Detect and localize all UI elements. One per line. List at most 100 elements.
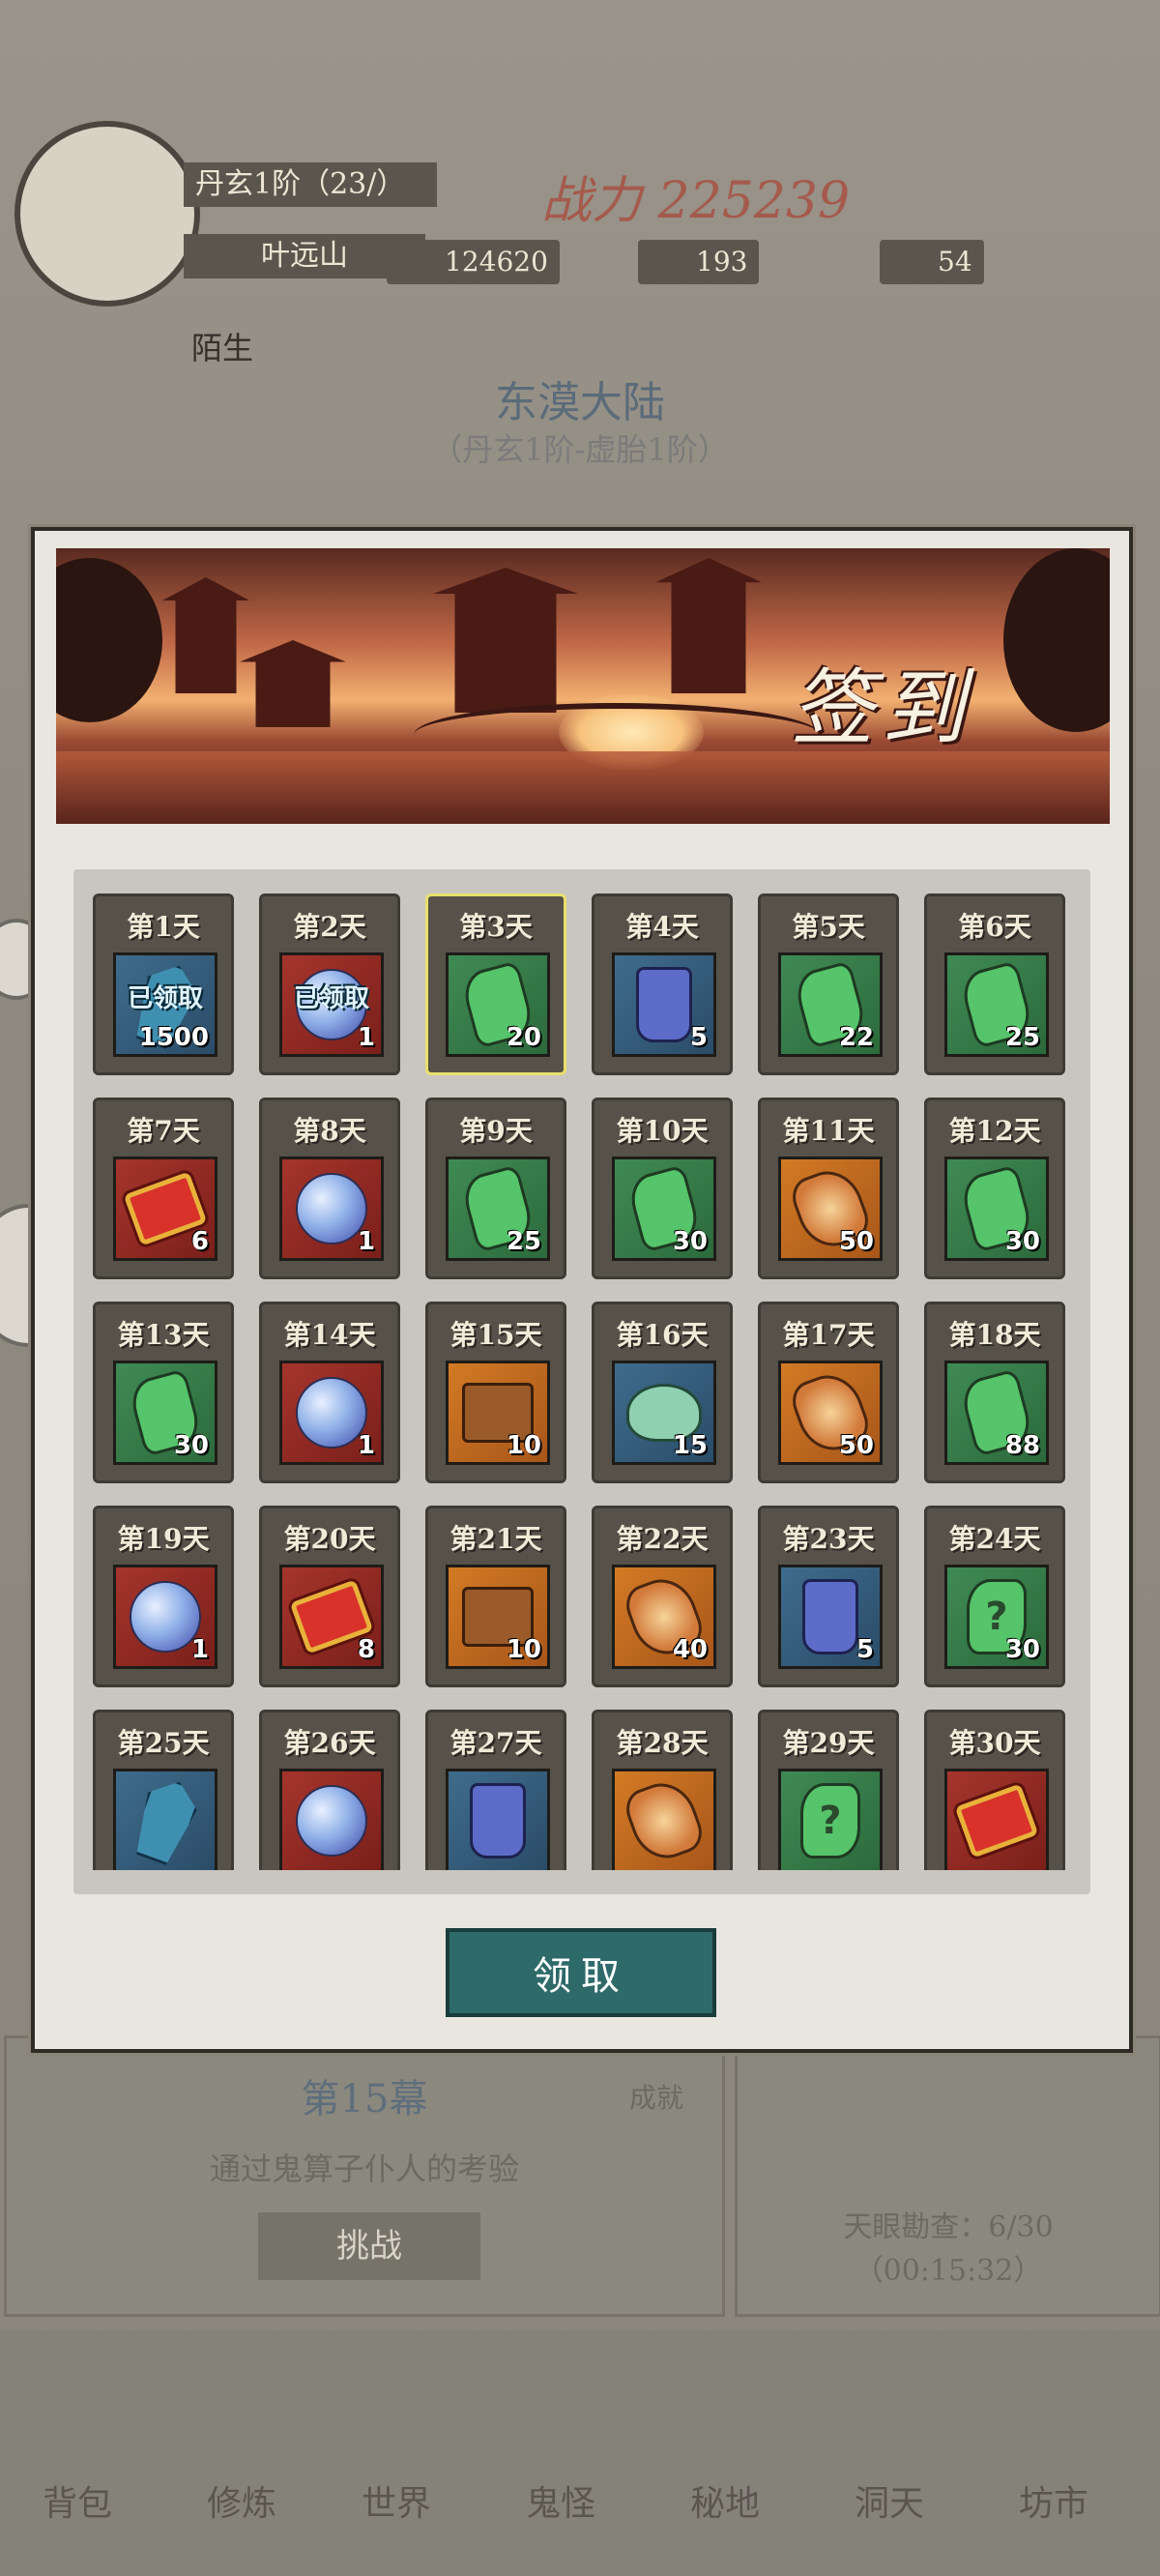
signin-day-20[interactable]: 第20天 8 bbox=[259, 1506, 400, 1687]
player-name: 丹玄1阶（23/） bbox=[184, 162, 437, 207]
signin-day-18[interactable]: 第18天 88 bbox=[924, 1302, 1065, 1483]
signin-day-22[interactable]: 第22天 40 bbox=[592, 1506, 733, 1687]
signin-day-27[interactable]: 第27天 bbox=[425, 1710, 566, 1870]
stage-title: 第15幕 bbox=[301, 2077, 428, 2122]
resource-spirit-stone: 124620 bbox=[387, 240, 560, 284]
day-label: 第26天 bbox=[283, 1727, 376, 1759]
signin-day-14[interactable]: 第14天 1 bbox=[259, 1302, 400, 1483]
reward-slot[interactable]: ? 30 bbox=[944, 1565, 1049, 1669]
orb-icon bbox=[296, 1173, 367, 1244]
reward-slot[interactable]: 20 bbox=[446, 952, 550, 1057]
reward-slot[interactable]: 22 bbox=[778, 952, 883, 1057]
reward-slot[interactable]: 1 bbox=[279, 1361, 384, 1465]
reward-slot[interactable]: 30 bbox=[612, 1156, 716, 1261]
signin-day-10[interactable]: 第10天 30 bbox=[592, 1098, 733, 1279]
power-value: 225239 bbox=[657, 172, 851, 230]
reward-slot[interactable]: 88 bbox=[944, 1361, 1049, 1465]
signin-day-13[interactable]: 第13天 30 bbox=[93, 1302, 234, 1483]
signin-day-26[interactable]: 第26天 bbox=[259, 1710, 400, 1870]
signin-day-4[interactable]: 第4天 5 bbox=[592, 893, 733, 1075]
reward-slot[interactable]: 1 bbox=[113, 1565, 218, 1669]
reward-quantity: 1 bbox=[357, 1023, 375, 1052]
signin-day-11[interactable]: 第11天 50 bbox=[758, 1098, 899, 1279]
reward-slot[interactable]: 40 bbox=[612, 1565, 716, 1669]
reward-slot[interactable] bbox=[279, 1769, 384, 1870]
challenge-button[interactable]: 挑战 bbox=[258, 2212, 480, 2280]
signin-day-25[interactable]: 第25天 bbox=[93, 1710, 234, 1870]
reward-slot[interactable]: 15 bbox=[612, 1361, 716, 1465]
reward-slot[interactable]: 8 bbox=[279, 1565, 384, 1669]
nav-bag[interactable]: 背包 bbox=[19, 2475, 135, 2526]
reward-slot[interactable]: 6 bbox=[113, 1156, 218, 1261]
mystery-icon: ? bbox=[800, 1783, 860, 1859]
signin-day-17[interactable]: 第17天 50 bbox=[758, 1302, 899, 1483]
reward-slot[interactable]: 10 bbox=[446, 1361, 550, 1465]
signin-day-23[interactable]: 第23天 5 bbox=[758, 1506, 899, 1687]
day-label: 第27天 bbox=[450, 1727, 542, 1759]
reward-slot[interactable] bbox=[612, 1769, 716, 1870]
day-label: 第30天 bbox=[948, 1727, 1041, 1759]
reward-quantity: 25 bbox=[506, 1227, 541, 1256]
signin-day-30[interactable]: 第30天 bbox=[924, 1710, 1065, 1870]
reward-quantity: 5 bbox=[856, 1635, 874, 1664]
signin-day-9[interactable]: 第9天 25 bbox=[425, 1098, 566, 1279]
achievement-label[interactable]: 成就 bbox=[629, 2077, 683, 2116]
reward-slot[interactable] bbox=[944, 1769, 1049, 1870]
signin-day-19[interactable]: 第19天 1 bbox=[93, 1506, 234, 1687]
nav-secret-land[interactable]: 秘地 bbox=[667, 2475, 783, 2526]
signin-day-28[interactable]: 第28天 bbox=[592, 1710, 733, 1870]
claim-button[interactable]: 领取 bbox=[446, 1928, 716, 2017]
tree-shape bbox=[1003, 548, 1110, 732]
reward-grid[interactable]: 第1天 已领取 1500 第2天 已领取 1 第3天 20 第4天 5 第5天 22 第6天 25 第7天 6… bbox=[93, 893, 1071, 1870]
nav-cultivate[interactable]: 修炼 bbox=[184, 2475, 300, 2526]
reward-slot[interactable]: 50 bbox=[778, 1361, 883, 1465]
signin-day-16[interactable]: 第16天 15 bbox=[592, 1302, 733, 1483]
reward-slot[interactable]: 30 bbox=[944, 1156, 1049, 1261]
reward-slot[interactable] bbox=[113, 1769, 218, 1870]
reward-quantity: 40 bbox=[672, 1635, 708, 1664]
reward-slot[interactable]: ? bbox=[778, 1769, 883, 1870]
signin-day-1[interactable]: 第1天已领取 1500 bbox=[93, 893, 234, 1075]
reward-slot[interactable]: 5 bbox=[612, 952, 716, 1057]
reward-slot[interactable] bbox=[446, 1769, 550, 1870]
pagoda-shape bbox=[162, 577, 249, 693]
nav-market[interactable]: 坊市 bbox=[996, 2475, 1112, 2526]
orb-icon bbox=[296, 1785, 367, 1857]
reward-slot[interactable]: 1 bbox=[279, 1156, 384, 1261]
reward-slot[interactable]: 30 bbox=[113, 1361, 218, 1465]
reward-slot[interactable]: 25 bbox=[446, 1156, 550, 1261]
stone-icon bbox=[620, 1773, 709, 1868]
reward-grid-panel: 第1天 已领取 1500 第2天 已领取 1 第3天 20 第4天 5 第5天 22 第6天 25 第7天 6… bbox=[73, 869, 1090, 1894]
pagoda-shape bbox=[240, 640, 346, 727]
reward-slot[interactable]: 已领取 1500 bbox=[113, 952, 218, 1057]
avatar[interactable] bbox=[14, 121, 200, 307]
reward-quantity: 50 bbox=[838, 1227, 874, 1256]
reward-slot[interactable]: 10 bbox=[446, 1565, 550, 1669]
signin-day-8[interactable]: 第8天 1 bbox=[259, 1098, 400, 1279]
signin-day-15[interactable]: 第15天 10 bbox=[425, 1302, 566, 1483]
day-label: 第6天 bbox=[958, 911, 1031, 943]
signin-day-6[interactable]: 第6天 25 bbox=[924, 893, 1065, 1075]
signin-day-29[interactable]: 第29天? bbox=[758, 1710, 899, 1870]
reward-slot[interactable]: 5 bbox=[778, 1565, 883, 1669]
signin-day-7[interactable]: 第7天 6 bbox=[93, 1098, 234, 1279]
signin-day-12[interactable]: 第12天 30 bbox=[924, 1098, 1065, 1279]
reward-slot[interactable]: 50 bbox=[778, 1156, 883, 1261]
nav-cave[interactable]: 洞天 bbox=[831, 2475, 947, 2526]
signin-day-3[interactable]: 第3天 20 bbox=[425, 893, 566, 1075]
reward-slot[interactable]: 25 bbox=[944, 952, 1049, 1057]
reward-quantity: 10 bbox=[506, 1635, 541, 1664]
nav-world[interactable]: 世界 bbox=[338, 2475, 454, 2526]
day-label: 第23天 bbox=[782, 1523, 875, 1555]
signin-day-5[interactable]: 第5天 22 bbox=[758, 893, 899, 1075]
signin-day-2[interactable]: 第2天 已领取 1 bbox=[259, 893, 400, 1075]
nav-ghost[interactable]: 鬼怪 bbox=[503, 2475, 619, 2526]
signin-day-21[interactable]: 第21天 10 bbox=[425, 1506, 566, 1687]
reward-slot[interactable]: 已领取 1 bbox=[279, 952, 384, 1057]
reward-quantity: 1 bbox=[357, 1227, 375, 1256]
resource-value: 124620 bbox=[445, 246, 548, 278]
day-label: 第1天 bbox=[127, 911, 200, 943]
signin-day-24[interactable]: 第24天 ? 30 bbox=[924, 1506, 1065, 1687]
eye-panel: 天眼勘查：6/30 （00:15:32） bbox=[735, 2035, 1160, 2317]
day-label: 第25天 bbox=[117, 1727, 210, 1759]
